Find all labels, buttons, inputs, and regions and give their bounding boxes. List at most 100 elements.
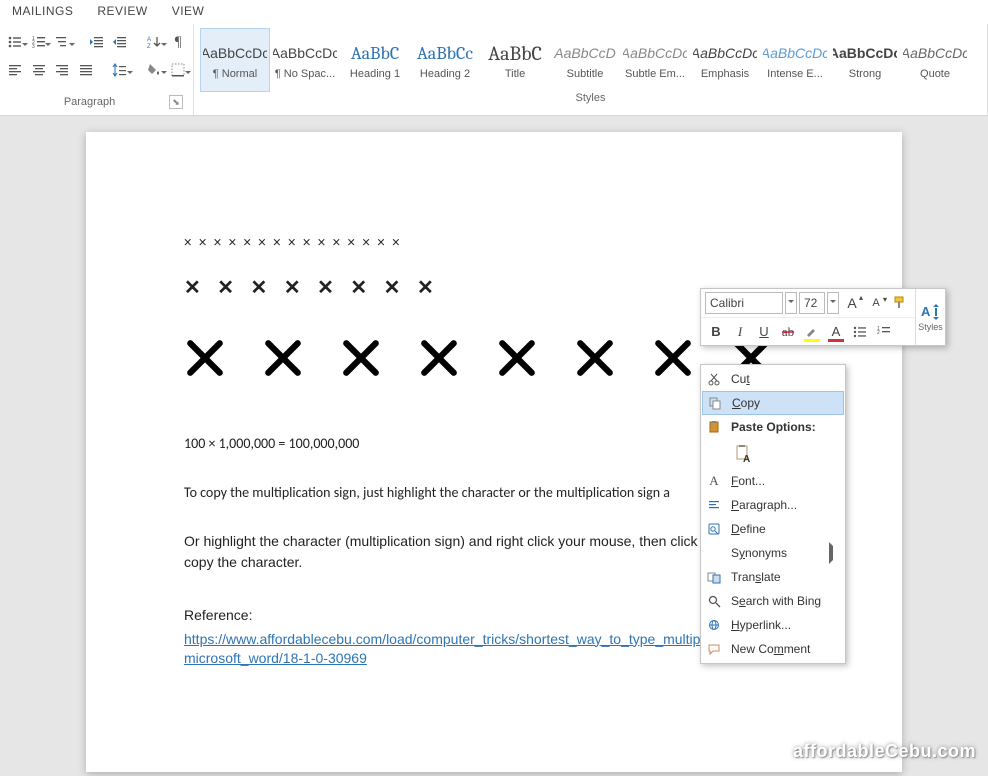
chevron-right-icon	[829, 546, 837, 560]
tab-mailings[interactable]: MAILINGS	[12, 4, 73, 18]
multiplication-sign-large[interactable]	[652, 337, 694, 379]
shrink-font-button[interactable]: A▾	[865, 292, 887, 314]
align-left-button[interactable]	[6, 59, 24, 81]
format-painter-button[interactable]	[889, 292, 911, 314]
scissors-icon	[705, 370, 723, 388]
ribbon: 123 AZ ¶ Paragraph⬊	[0, 24, 988, 116]
clipboard-icon	[705, 418, 723, 436]
font-color-button[interactable]: A	[825, 321, 847, 343]
style-preview: AaBbC	[483, 40, 547, 66]
svg-text:A: A	[921, 304, 931, 319]
mini-styles-button[interactable]: A Styles	[915, 289, 945, 345]
style-intense-e-[interactable]: AaBbCcDcIntense E...	[760, 28, 830, 92]
ctx-translate[interactable]: Translate	[701, 565, 845, 589]
font-size-box[interactable]: 72	[799, 292, 825, 314]
highlight-button[interactable]	[801, 321, 823, 343]
style-name: Subtitle	[553, 68, 617, 80]
bullets-button[interactable]	[6, 31, 24, 53]
style-emphasis[interactable]: AaBbCcDcEmphasis	[690, 28, 760, 92]
style-name: ¶ No Spac...	[273, 68, 337, 80]
align-right-button[interactable]	[53, 59, 71, 81]
sort-button[interactable]: AZ	[146, 31, 164, 53]
font-name-box[interactable]: Calibri	[705, 292, 783, 314]
ctx-paste-options: Paste Options:	[701, 415, 845, 439]
ctx-define[interactable]: Define	[701, 517, 845, 541]
comment-icon	[705, 640, 723, 658]
link-icon	[705, 616, 723, 634]
bold-button[interactable]: B	[705, 321, 727, 343]
paragraph-launcher[interactable]: ⬊	[169, 95, 183, 109]
ctx-cut[interactable]: Cut	[701, 367, 845, 391]
multiplication-sign-large[interactable]	[340, 337, 382, 379]
paragraph-group: 123 AZ ¶ Paragraph⬊	[0, 24, 194, 115]
tab-review[interactable]: REVIEW	[97, 4, 147, 18]
align-center-button[interactable]	[30, 59, 48, 81]
ctx-synonyms[interactable]: Synonyms	[701, 541, 845, 565]
copy-icon	[706, 394, 724, 412]
multilevel-list-button[interactable]	[53, 31, 71, 53]
font-size-dropdown[interactable]	[827, 292, 839, 314]
style-preview: AaBbCcDc	[273, 40, 337, 66]
style-title[interactable]: AaBbC Title	[480, 28, 550, 92]
italic-button[interactable]: I	[729, 321, 751, 343]
mini-numbering-button[interactable]: 12	[873, 321, 895, 343]
multiplication-sign-large[interactable]	[262, 337, 304, 379]
multiplication-sign-large[interactable]	[184, 337, 226, 379]
font-name-dropdown[interactable]	[785, 292, 797, 314]
define-icon	[705, 520, 723, 538]
shading-button[interactable]	[146, 59, 164, 81]
borders-button[interactable]	[169, 59, 187, 81]
line-spacing-button[interactable]	[111, 59, 129, 81]
style--normal[interactable]: AaBbCcDc ¶ Normal	[200, 28, 270, 92]
ctx-new-comment[interactable]: New Comment	[701, 637, 845, 661]
search-icon	[705, 592, 723, 610]
context-menu: Cut Copy Paste Options: A AFont... Parag…	[700, 364, 846, 664]
paragraph-icon	[705, 496, 723, 514]
font-icon: A	[705, 472, 723, 490]
ctx-copy[interactable]: Copy	[702, 391, 844, 415]
increase-indent-button[interactable]	[111, 31, 129, 53]
justify-button[interactable]	[77, 59, 95, 81]
ctx-paragraph[interactable]: Paragraph...	[701, 493, 845, 517]
mini-toolbar: Calibri 72 A▴ A▾ B I U ab A 12 A Styles	[700, 288, 946, 346]
style-preview: AaBbCcDc	[903, 40, 967, 66]
svg-text:A: A	[743, 454, 750, 464]
ctx-hyperlink[interactable]: Hyperlink...	[701, 613, 845, 637]
multiplication-sign-large[interactable]	[418, 337, 460, 379]
mini-bullets-button[interactable]	[849, 321, 871, 343]
style-name: Heading 2	[413, 68, 477, 80]
style-heading-2[interactable]: AaBbCc Heading 2	[410, 28, 480, 92]
style-name: ¶ Normal	[203, 68, 267, 80]
show-formatting-button[interactable]: ¶	[169, 31, 187, 53]
ctx-search-bing[interactable]: Search with Bing	[701, 589, 845, 613]
style--no-spac-[interactable]: AaBbCcDc ¶ No Spac...	[270, 28, 340, 92]
decrease-indent-button[interactable]	[88, 31, 106, 53]
strikethrough-button[interactable]: ab	[777, 321, 799, 343]
style-heading-1[interactable]: AaBbCHeading 1	[340, 28, 410, 92]
style-name: Subtle Em...	[623, 68, 687, 80]
tab-view[interactable]: VIEW	[172, 4, 205, 18]
ctx-paste-keep-text[interactable]: A	[701, 439, 845, 469]
multiplication-sign-large[interactable]	[496, 337, 538, 379]
style-subtitle[interactable]: AaBbCcDSubtitle	[550, 28, 620, 92]
ctx-font[interactable]: AFont...	[701, 469, 845, 493]
translate-icon	[705, 568, 723, 586]
style-preview: AaBbCcDc	[623, 40, 687, 66]
styles-label: Styles	[576, 92, 606, 104]
svg-text:2: 2	[877, 330, 880, 336]
numbering-button[interactable]: 123	[30, 31, 48, 53]
style-name: Quote	[903, 68, 967, 80]
style-strong[interactable]: AaBbCcDcStrong	[830, 28, 900, 92]
style-name: Heading 1	[343, 68, 407, 80]
style-quote[interactable]: AaBbCcDc Quote	[900, 28, 970, 92]
ribbon-tabs: MAILINGS REVIEW VIEW	[0, 0, 988, 24]
style-preview: AaBbCcDc	[203, 40, 267, 66]
style-subtle-em-[interactable]: AaBbCcDc Subtle Em...	[620, 28, 690, 92]
grow-font-button[interactable]: A▴	[841, 292, 863, 314]
style-preview: AaBbCc	[413, 40, 477, 66]
text-x-row-small[interactable]: × × × × × × × × × × × × × × ×	[184, 232, 804, 255]
underline-button[interactable]: U	[753, 321, 775, 343]
style-name: Strong	[833, 68, 897, 80]
multiplication-sign-large[interactable]	[574, 337, 616, 379]
style-name: Title	[483, 68, 547, 80]
